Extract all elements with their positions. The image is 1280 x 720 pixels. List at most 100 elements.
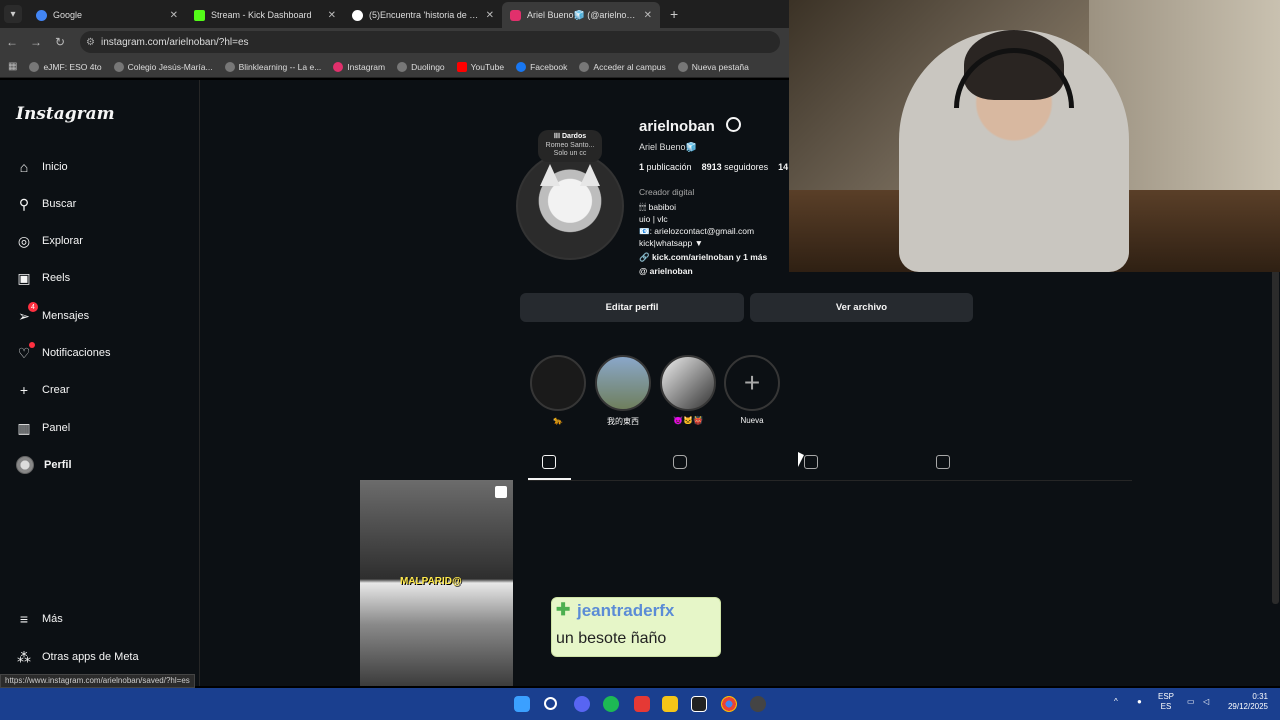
sidebar-item-buscar[interactable]: ⚲ Buscar <box>0 187 200 221</box>
browser-tab-google[interactable]: Google ✕ <box>28 2 186 28</box>
tab-reels-icon[interactable] <box>673 455 687 469</box>
app-icon[interactable] <box>634 696 650 712</box>
profile-picture[interactable] <box>516 152 624 260</box>
sidebar-item-perfil[interactable]: Perfil <box>0 448 200 482</box>
browser-tab-instagram[interactable]: Ariel Bueno🧊 (@arielnoban) • ✕ <box>502 2 660 28</box>
discord-icon[interactable] <box>574 696 590 712</box>
clock-date: 29/12/2025 <box>1227 702 1268 711</box>
sidebar-item-crear[interactable]: + Crear <box>0 373 200 407</box>
instagram-favicon-icon <box>510 9 521 21</box>
new-tab-icon[interactable]: + <box>670 6 678 22</box>
threads-link[interactable]: @ arielnoban <box>639 266 693 276</box>
followers-label: seguidores <box>724 162 769 172</box>
close-tab-icon[interactable]: ✕ <box>328 10 336 21</box>
bookmark-item[interactable]: Instagram <box>333 61 385 72</box>
sidebar-item-inicio[interactable]: ⌂ Inicio <box>0 150 200 184</box>
highlight-item[interactable] <box>660 355 716 411</box>
sidebar-item-panel[interactable]: ▥ Panel <box>0 411 200 445</box>
youtube-bookmark-icon <box>456 61 467 72</box>
settings-gear-icon[interactable] <box>726 117 741 132</box>
profile-full-name: Ariel Bueno🧊 <box>639 142 697 152</box>
plus-icon: + <box>19 382 29 398</box>
sidebar-item-label: Reels <box>42 272 71 284</box>
post-thumbnail[interactable]: MALPARID@ <box>360 480 513 686</box>
sidebar-item-mensajes[interactable]: ➢ 4 Mensajes <box>0 299 200 333</box>
file-explorer-icon[interactable] <box>662 696 678 712</box>
browser-tab-tiktok[interactable]: (5)Encuentra 'historia de roa' en ✕ <box>344 2 502 28</box>
profile-link[interactable]: 🔗 kick.com/arielnoban y 1 más <box>639 252 767 263</box>
sidebar-item-notificaciones[interactable]: ♡ Notificaciones <box>0 336 200 370</box>
bookmark-item[interactable]: YouTube <box>456 61 504 72</box>
bookmark-label: Colegio Jesús-María... <box>127 61 213 72</box>
new-highlight-button[interactable]: + <box>724 355 780 411</box>
following-stat[interactable]: 14 <box>778 162 788 172</box>
tab-saved-bookmark-icon[interactable] <box>804 455 818 469</box>
sidebar-item-mas[interactable]: ≡ Más <box>0 602 200 636</box>
url-text: instagram.com/arielnoban/?hl=es <box>100 36 249 48</box>
highlight-item[interactable] <box>595 355 651 411</box>
messenger-icon: ➢ 4 <box>16 302 38 324</box>
bookmark-favicon-icon <box>224 61 235 72</box>
forward-icon[interactable]: → <box>24 35 48 49</box>
bio-line: uio | vlc <box>639 214 668 224</box>
close-tab-icon[interactable]: ✕ <box>486 10 494 21</box>
mouse-cursor-icon <box>798 452 804 467</box>
bookmark-item[interactable]: Duolingo <box>397 61 445 72</box>
highlight-item[interactable] <box>530 355 586 411</box>
tab-title: Ariel Bueno🧊 (@arielnoban) • <box>527 9 638 20</box>
edit-profile-button[interactable]: Editar perfil <box>520 293 744 322</box>
site-info-icon[interactable]: ⚙ <box>86 37 95 48</box>
tab-search-button[interactable]: ▾ <box>4 5 22 23</box>
tab-title: (5)Encuentra 'historia de roa' en <box>369 10 480 20</box>
instagram-logo[interactable]: Instagram <box>16 104 115 124</box>
bookmark-item[interactable]: Blinklearning -- La e... <box>224 61 321 72</box>
url-input[interactable]: ⚙ instagram.com/arielnoban/?hl=es <box>80 31 780 53</box>
apps-grid-icon[interactable]: ▦ <box>8 61 17 72</box>
sidebar-item-meta-apps[interactable]: ⁂ Otras apps de Meta <box>0 640 200 674</box>
sidebar-item-reels[interactable]: ▣ Reels <box>0 261 200 295</box>
tiktok-favicon-icon <box>352 9 363 21</box>
chevron-up-icon[interactable]: ^ <box>1114 697 1118 707</box>
clock[interactable]: 0:31 29/12/2025 <box>1222 692 1268 712</box>
app-icon[interactable] <box>750 696 766 712</box>
bookmark-item[interactable]: Colegio Jesús-María... <box>113 61 213 72</box>
back-icon[interactable]: ← <box>0 35 24 49</box>
tab-posts-grid-icon[interactable] <box>542 455 556 469</box>
address-bar: ← → ↻ ⚙ instagram.com/arielnoban/?hl=es <box>0 28 790 56</box>
reel-play-icon <box>495 486 507 498</box>
profile-note[interactable]: ⅠⅠⅠ Dardos Romeo Santo... Solo un cc <box>538 130 602 162</box>
bookmark-item[interactable]: Acceder al campus <box>579 61 666 72</box>
tab-tagged-icon[interactable] <box>936 455 950 469</box>
sidebar-item-label: Mensajes <box>42 310 90 322</box>
chat-message: un besote ñaño <box>556 630 667 647</box>
sidebar-item-explorar[interactable]: ◎ Explorar <box>0 224 200 258</box>
bio-line: 📧: arielozcontact@gmail.com <box>639 226 755 236</box>
bookmark-favicon-icon <box>677 61 688 72</box>
spotify-icon[interactable] <box>603 696 619 712</box>
browser-tab-kick[interactable]: Stream - Kick Dashboard ✕ <box>186 2 344 28</box>
close-tab-icon[interactable]: ✕ <box>170 10 178 21</box>
microphone-icon[interactable]: ● <box>1137 697 1142 707</box>
profile-category: Creador digital <box>639 187 695 197</box>
chrome-icon[interactable] <box>721 696 737 712</box>
bookmark-item[interactable]: Nueva pestaña <box>677 61 749 72</box>
close-tab-icon[interactable]: ✕ <box>644 10 652 21</box>
stream-chat-overlay: ✚ jeantraderfx un besote ñaño <box>551 597 721 657</box>
reload-icon[interactable]: ↻ <box>48 35 72 49</box>
home-icon: ⌂ <box>19 159 29 175</box>
sidebar-item-label: Explorar <box>42 235 83 247</box>
windows-start-icon[interactable] <box>514 696 530 712</box>
volume-icon[interactable]: ◁ <box>1203 697 1209 707</box>
heart-icon: ♡ <box>16 342 35 361</box>
search-icon[interactable] <box>544 697 557 710</box>
profile-stats: 1 publicación 8913 seguidores 14 <box>639 162 788 172</box>
language-indicator[interactable]: ESP ES <box>1158 692 1174 712</box>
bookmark-item[interactable]: Facebook <box>516 61 567 72</box>
clock-time: 0:31 <box>1252 692 1268 701</box>
view-archive-button[interactable]: Ver archivo <box>750 293 973 322</box>
network-icon[interactable]: ▭ <box>1187 697 1195 707</box>
followers-stat[interactable]: 8913 seguidores <box>702 162 769 172</box>
bookmark-item[interactable]: eJMF: ESO 4to <box>29 61 102 72</box>
kick-favicon-icon <box>194 9 205 21</box>
obs-icon[interactable] <box>691 696 707 712</box>
